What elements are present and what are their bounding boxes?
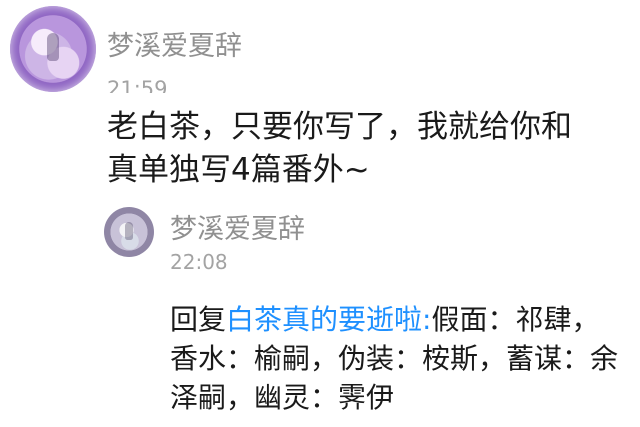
user-name[interactable]: 梦溪爱夏辞 — [107, 33, 242, 60]
user-avatar[interactable] — [10, 6, 96, 92]
reply-line-1: 假面：祁肆， — [431, 303, 600, 336]
message-text: 老白茶，只要你写了，我就给你和 真单独写4篇番外~ — [107, 109, 572, 188]
avatar-figure — [125, 222, 133, 240]
post-time: 21:59 — [107, 79, 168, 93]
reply-line-3: 泽嗣，幽灵：霁伊 — [170, 381, 395, 414]
mention-link[interactable]: 白茶真的要逝啦: — [226, 303, 431, 336]
reply-time: 22:08 — [170, 250, 228, 274]
reply-line-2: 香水：榆嗣，伪装：桉斯，蓄谋：余 — [170, 342, 619, 375]
reply-prefix: 回复 — [170, 303, 227, 336]
avatar-figure — [47, 33, 59, 62]
reply-user-avatar[interactable] — [104, 207, 154, 257]
reply-user-name[interactable]: 梦溪爱夏辞 — [170, 216, 305, 243]
reply-line: 回复白茶真的要逝啦:假面：祁肆， — [170, 300, 625, 339]
reply-message: 回复白茶真的要逝啦:假面：祁肆， 香水：榆嗣，伪装：桉斯，蓄谋：余 泽嗣，幽灵：… — [170, 300, 625, 417]
